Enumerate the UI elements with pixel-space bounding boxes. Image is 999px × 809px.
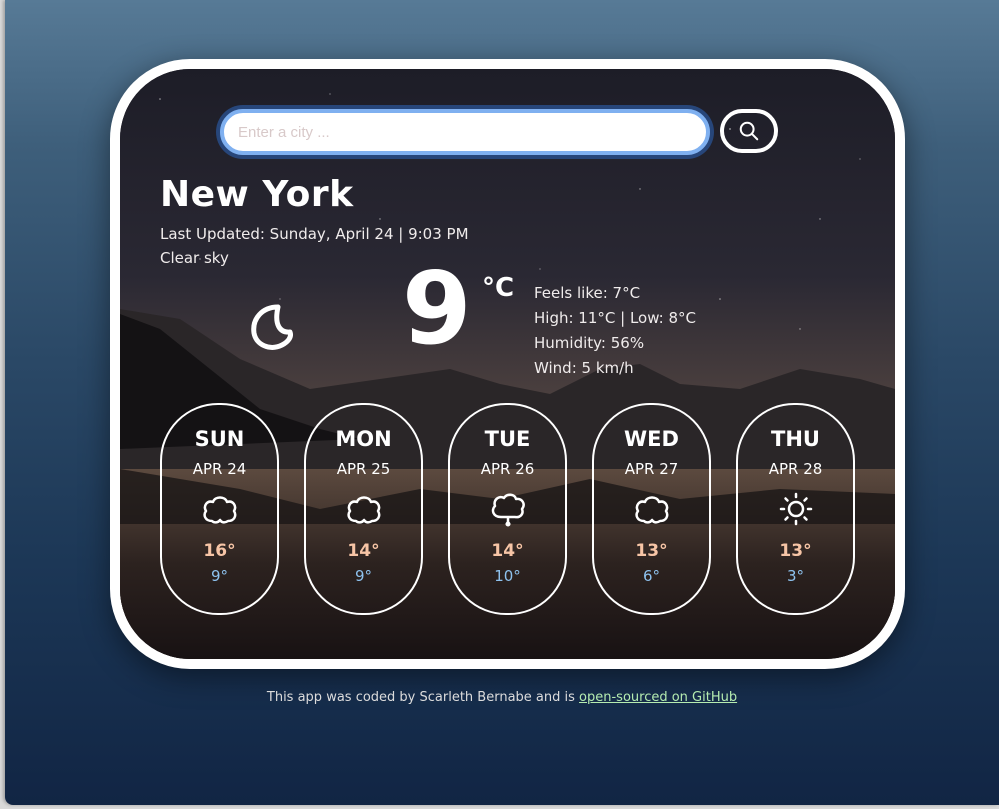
- forecast-day: SUN APR 24 16° 9°: [160, 403, 279, 615]
- last-updated: Last Updated: Sunday, April 24 | 9:03 PM: [160, 225, 469, 243]
- forecast-day: TUE APR 26 14° 10°: [448, 403, 567, 615]
- footer: This app was coded by Scarleth Bernabe a…: [5, 690, 999, 705]
- cloud-drizzle-icon: [491, 493, 525, 527]
- forecast-day: WED APR 27 13° 6°: [592, 403, 711, 615]
- search-form: [220, 109, 780, 169]
- forecast-low: 9°: [210, 567, 229, 585]
- high-low: High: 11°C | Low: 8°C: [534, 309, 697, 327]
- forecast-day-name: SUN: [194, 427, 245, 451]
- forecast-day-name: MON: [335, 427, 392, 451]
- cloud-icon: [634, 496, 668, 524]
- footer-text: This app was coded by Scarleth Bernabe a…: [266, 690, 580, 705]
- forecast-day-name: THU: [771, 427, 820, 451]
- forecast-low: 10°: [494, 567, 521, 585]
- github-link[interactable]: open-sourced on GitHub: [579, 690, 737, 705]
- cloud-icon: [202, 496, 236, 524]
- forecast-date: APR 25: [336, 460, 391, 478]
- forecast-date: APR 27: [624, 460, 679, 478]
- weather-description: Clear sky: [160, 249, 229, 267]
- forecast-day-name: WED: [624, 427, 679, 451]
- search-icon: [739, 121, 759, 141]
- forecast-low: 3°: [786, 567, 805, 585]
- forecast-high: 13°: [779, 541, 812, 561]
- search-button[interactable]: [720, 109, 778, 153]
- forecast-list: SUN APR 24 16° 9° MON APR 25 14° 9° TUE …: [160, 403, 855, 615]
- feels-like: Feels like: 7°C: [534, 284, 641, 302]
- temperature-unit-toggle[interactable]: °C: [482, 273, 514, 303]
- city-name: New York: [160, 174, 354, 215]
- forecast-day: MON APR 25 14° 9°: [304, 403, 423, 615]
- humidity: Humidity: 56%: [534, 334, 645, 352]
- forecast-high: 14°: [491, 541, 524, 561]
- forecast-low: 9°: [354, 567, 373, 585]
- forecast-day-name: TUE: [484, 427, 531, 451]
- weather-details: Feels like: 7°C High: 11°C | Low: 8°C Hu…: [534, 281, 696, 381]
- forecast-date: APR 26: [480, 460, 535, 478]
- moon-icon: [251, 304, 293, 350]
- forecast-day: THU APR 28 13° 3°: [736, 403, 855, 615]
- cloud-icon: [346, 496, 380, 524]
- current-temperature: 9: [402, 250, 472, 367]
- forecast-high: 13°: [635, 541, 668, 561]
- city-search-input[interactable]: [220, 109, 710, 155]
- forecast-high: 16°: [203, 541, 236, 561]
- sun-icon: [779, 492, 812, 526]
- forecast-low: 6°: [642, 567, 661, 585]
- page-background: New York Last Updated: Sunday, April 24 …: [5, 0, 999, 805]
- forecast-date: APR 28: [768, 460, 823, 478]
- weather-content: New York Last Updated: Sunday, April 24 …: [120, 69, 895, 659]
- weather-card: New York Last Updated: Sunday, April 24 …: [110, 59, 905, 669]
- wind: Wind: 5 km/h: [534, 359, 634, 377]
- forecast-high: 14°: [347, 541, 380, 561]
- forecast-date: APR 24: [192, 460, 247, 478]
